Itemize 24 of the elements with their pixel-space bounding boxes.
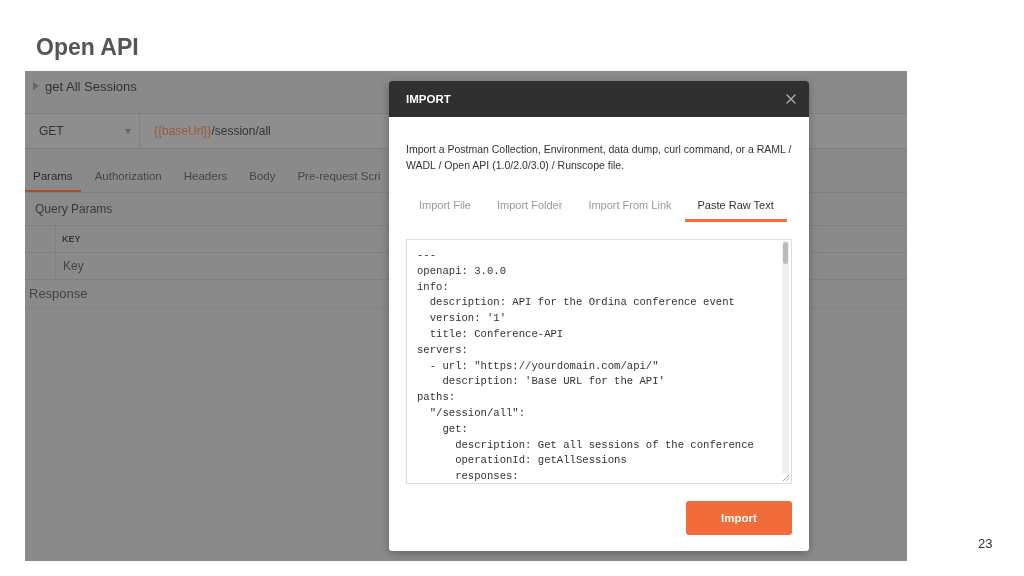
import-tab[interactable]: Import Folder	[483, 193, 576, 222]
request-tab[interactable]: Pre-request Scri	[289, 163, 389, 192]
key-field[interactable]: Key	[56, 253, 84, 279]
page-number: 23	[978, 536, 993, 551]
caret-icon[interactable]	[33, 82, 39, 90]
import-tab[interactable]: Import From Link	[575, 193, 685, 222]
dialog-description: Import a Postman Collection, Environment, data dump, curl command, or a RAML / WADL / Open API (1.0/2.0/3.0) / Runscope file.	[406, 142, 792, 173]
request-tab[interactable]: Body	[241, 163, 284, 192]
request-tab[interactable]: Authorization	[86, 163, 170, 192]
dialog-title: IMPORT	[406, 93, 451, 105]
resize-handle-icon[interactable]	[781, 473, 790, 482]
request-name: get All Sessions	[45, 78, 137, 94]
import-tab[interactable]: Import File	[406, 193, 484, 222]
caret-icon	[125, 128, 131, 134]
import-button[interactable]: Import	[686, 501, 792, 535]
request-tab[interactable]: Params	[25, 163, 81, 192]
slide-title: Open API	[36, 34, 139, 61]
raw-text-field[interactable]: --- openapi: 3.0.0 info: description: API for the Ordina conference event version: '1' title: Conference-API servers: - url: "https://yourdomain.com/api/" description: 'Base URL for the API' paths: "/session/all": get: description: Get all sessions of the conference operationId: getAllSessions responses:	[406, 239, 792, 484]
import-tab[interactable]: Paste Raw Text	[684, 193, 787, 222]
request-tab[interactable]: Headers	[175, 163, 236, 192]
url-field[interactable]: {{baseUrl}}/session/all	[140, 114, 271, 148]
column-header: KEY	[61, 233, 81, 246]
scrollbar-thumb[interactable]	[783, 242, 788, 264]
method-dropdown[interactable]: GET	[25, 114, 140, 148]
